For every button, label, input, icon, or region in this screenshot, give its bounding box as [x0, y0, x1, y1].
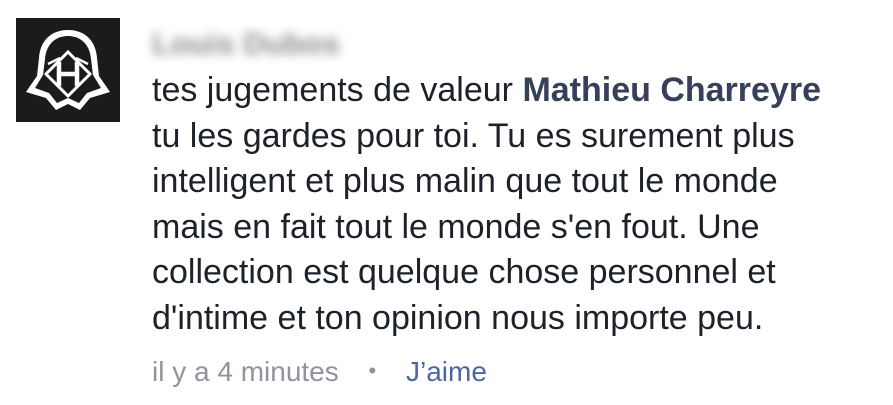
comment-text: tes jugements de valeur: [152, 71, 523, 109]
comment-line: d'intime et ton opinion nous importe peu…: [152, 298, 764, 337]
comment-line: intelligent et plus malin que tout le mo…: [152, 162, 778, 200]
like-button[interactable]: J’aime: [406, 356, 487, 387]
comment-line: tu les gardes pour toi. Tu es surement p…: [152, 116, 795, 155]
comment-line: tes jugements de valeur Mathieu Charreyr…: [152, 68, 882, 114]
darth-vader-helmet-icon: [16, 18, 120, 122]
author-name[interactable]: Louis Dubos: [152, 26, 340, 62]
comment-line: mais en fait tout le monde s'en fout. Un…: [152, 207, 760, 246]
comment-meta: il y a 4 minutes • J’aime: [152, 356, 487, 388]
timestamp[interactable]: il y a 4 minutes: [152, 356, 339, 387]
comment-line: collection est quelque chose personnel e…: [152, 253, 776, 291]
comment-body: tes jugements de valeur Mathieu Charreyr…: [152, 68, 882, 341]
comment: Louis Dubos tes jugements de valeur Math…: [0, 0, 893, 405]
separator-dot: •: [368, 358, 377, 383]
avatar[interactable]: [16, 18, 120, 122]
mention-link[interactable]: Mathieu Charreyre: [522, 71, 821, 109]
